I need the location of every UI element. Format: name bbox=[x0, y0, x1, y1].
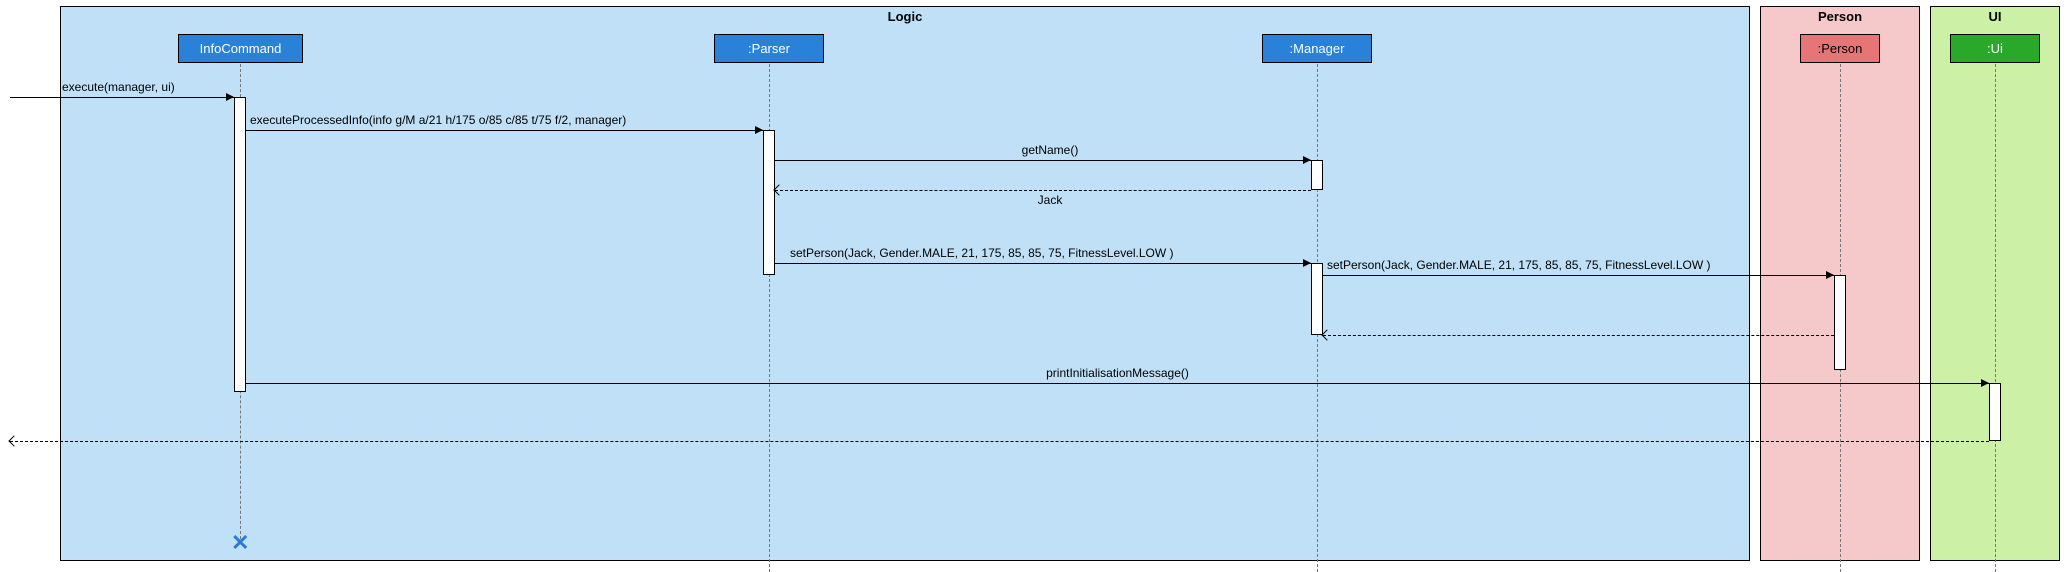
lifeline-ui: :Ui bbox=[1950, 34, 2040, 63]
msg-jack-line bbox=[775, 190, 1311, 191]
msg-setperson-mgr-line bbox=[775, 263, 1311, 264]
lifeline-label: :Parser bbox=[748, 41, 790, 56]
msg-setperson-person-label: setPerson(Jack, Gender.MALE, 21, 175, 85… bbox=[1327, 258, 1711, 272]
lifeline-label: :Manager bbox=[1290, 41, 1345, 56]
msg-jack-label: Jack bbox=[830, 193, 1270, 207]
lifeline-label: :Ui bbox=[1987, 41, 2003, 56]
arrow-icon bbox=[1303, 259, 1311, 267]
activation-manager-1 bbox=[1311, 160, 1323, 190]
arrow-icon bbox=[755, 126, 763, 134]
msg-exec-processed-line bbox=[246, 130, 763, 131]
msg-return-person-line bbox=[1323, 335, 1834, 336]
msg-execute-line bbox=[10, 97, 234, 98]
msg-exec-processed-label: executeProcessedInfo(info g/M a/21 h/175… bbox=[250, 113, 626, 127]
msg-return-ui-line bbox=[10, 441, 1989, 442]
region-logic-title: Logic bbox=[61, 7, 1749, 26]
activation-person bbox=[1834, 275, 1846, 370]
region-logic: Logic bbox=[60, 6, 1750, 561]
activation-parser bbox=[763, 130, 775, 275]
lifeline-label: InfoCommand bbox=[200, 41, 282, 56]
lifeline-infocommand: InfoCommand bbox=[178, 34, 303, 63]
msg-setperson-mgr-label: setPerson(Jack, Gender.MALE, 21, 175, 85… bbox=[790, 246, 1174, 260]
lifeline-person: :Person bbox=[1800, 34, 1880, 63]
sequence-diagram: Logic Person UI InfoCommand :Parser :Man… bbox=[0, 0, 2072, 572]
msg-print-init-label: printInitialisationMessage() bbox=[246, 366, 1989, 380]
lifeline-label: :Person bbox=[1818, 41, 1863, 56]
arrow-icon bbox=[8, 435, 19, 446]
arrow-icon bbox=[226, 93, 234, 101]
msg-getname-label: getName() bbox=[830, 143, 1270, 157]
msg-setperson-person-line bbox=[1323, 275, 1834, 276]
lifeline-parser: :Parser bbox=[714, 34, 824, 63]
region-ui-title: UI bbox=[1931, 7, 2059, 26]
lifeline-line-ui bbox=[1995, 64, 1996, 572]
arrow-icon bbox=[1303, 156, 1311, 164]
region-person-title: Person bbox=[1761, 7, 1919, 26]
arrow-icon bbox=[1826, 271, 1834, 279]
arrow-icon bbox=[1981, 379, 1989, 387]
msg-getname-line bbox=[775, 160, 1311, 161]
destruction-icon: ✕ bbox=[231, 530, 249, 556]
activation-infocommand bbox=[234, 97, 246, 392]
msg-execute-label: execute(manager, ui) bbox=[62, 80, 175, 94]
msg-print-init-line bbox=[246, 383, 1989, 384]
activation-ui bbox=[1989, 383, 2001, 441]
lifeline-manager: :Manager bbox=[1262, 34, 1372, 63]
activation-manager-2 bbox=[1311, 263, 1323, 335]
